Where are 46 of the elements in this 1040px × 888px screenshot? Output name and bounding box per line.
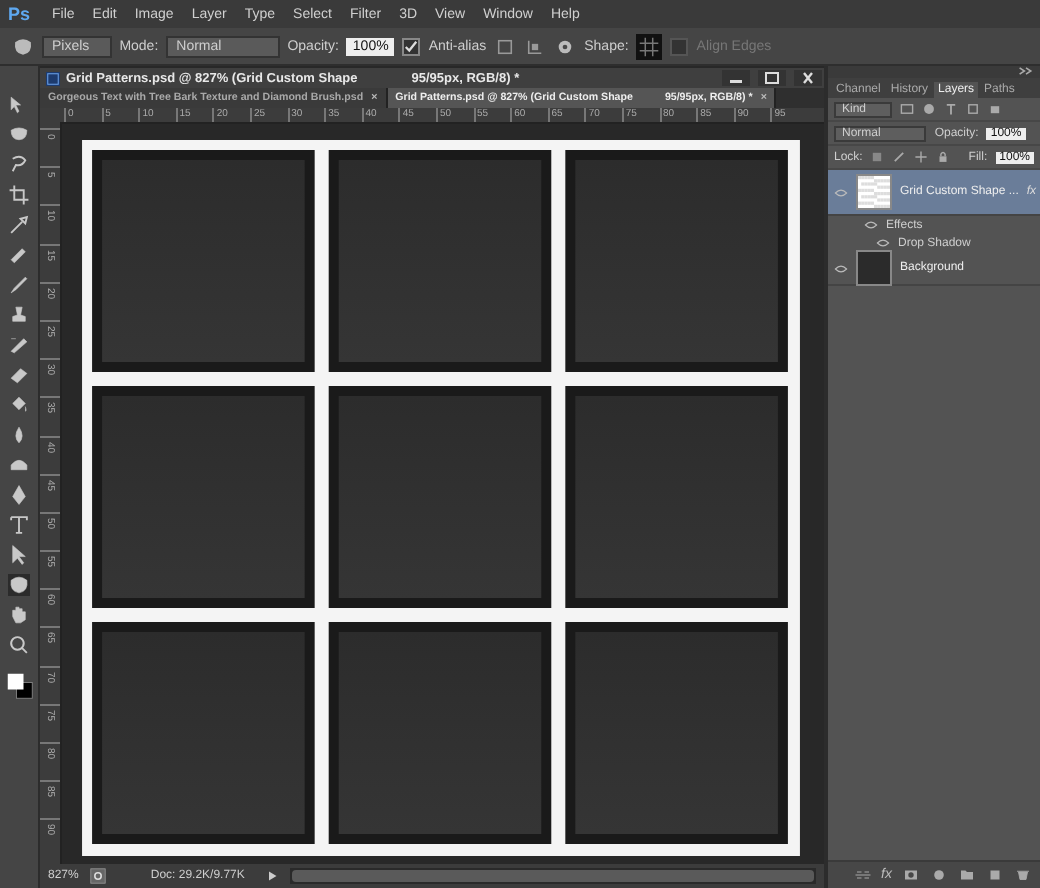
stamp-tool-icon[interactable] <box>8 304 30 326</box>
adjustment-icon[interactable] <box>930 868 948 882</box>
mask-icon[interactable] <box>902 868 920 882</box>
close-icon[interactable] <box>794 70 822 86</box>
move-arrows-icon[interactable] <box>914 150 929 164</box>
eraser-tool-icon[interactable] <box>8 364 30 386</box>
play-icon[interactable] <box>266 870 279 882</box>
hand-tool-icon[interactable] <box>8 604 30 626</box>
visibility-eye-icon[interactable] <box>834 263 848 273</box>
shape-tool-icon[interactable] <box>8 574 30 596</box>
minimize-icon[interactable] <box>722 70 750 86</box>
shape-tool-icon[interactable] <box>12 35 34 57</box>
brush-tool-icon[interactable] <box>8 274 30 296</box>
app-logo: Ps <box>8 4 31 24</box>
history-brush-tool-icon[interactable] <box>8 334 30 356</box>
type-tool-icon[interactable] <box>8 514 30 536</box>
shape-picker[interactable] <box>636 33 663 59</box>
path-alignment-icon[interactable] <box>524 35 547 57</box>
horizontal-scrollbar[interactable] <box>290 868 816 884</box>
align-edges-checkbox[interactable] <box>670 37 689 55</box>
lock-icon[interactable] <box>936 150 951 164</box>
color-swatches-icon[interactable] <box>5 672 33 700</box>
brush-icon[interactable] <box>892 150 907 164</box>
maximize-icon[interactable] <box>758 70 786 86</box>
type-filter-icon[interactable] <box>944 102 959 116</box>
crop-tool-icon[interactable] <box>8 184 30 206</box>
collapse-icon[interactable] <box>1018 66 1034 76</box>
path-operations-icon[interactable] <box>494 35 517 57</box>
adjustment-filter-icon[interactable] <box>922 102 937 116</box>
layer-thumbnail <box>856 250 892 286</box>
path-select-tool-icon[interactable] <box>8 544 30 566</box>
smart-object-filter-icon[interactable] <box>988 102 1003 116</box>
zoom-tool-icon[interactable] <box>8 634 30 656</box>
image-filter-icon[interactable] <box>900 102 915 116</box>
layer-thumbnail <box>856 174 892 210</box>
pen-tool-icon[interactable] <box>8 484 30 506</box>
shape-filter-icon[interactable] <box>966 102 981 116</box>
trash-icon[interactable] <box>1014 868 1032 882</box>
new-layer-icon[interactable] <box>986 868 1004 882</box>
gear-icon[interactable] <box>554 35 577 57</box>
app-mini-icon <box>46 71 60 85</box>
anti-alias-checkbox[interactable] <box>402 37 421 55</box>
lasso-tool-icon[interactable] <box>8 154 30 176</box>
bucket-tool-icon[interactable] <box>8 394 30 416</box>
folder-icon[interactable] <box>958 868 976 882</box>
eyedropper-tool-icon[interactable] <box>8 214 30 236</box>
